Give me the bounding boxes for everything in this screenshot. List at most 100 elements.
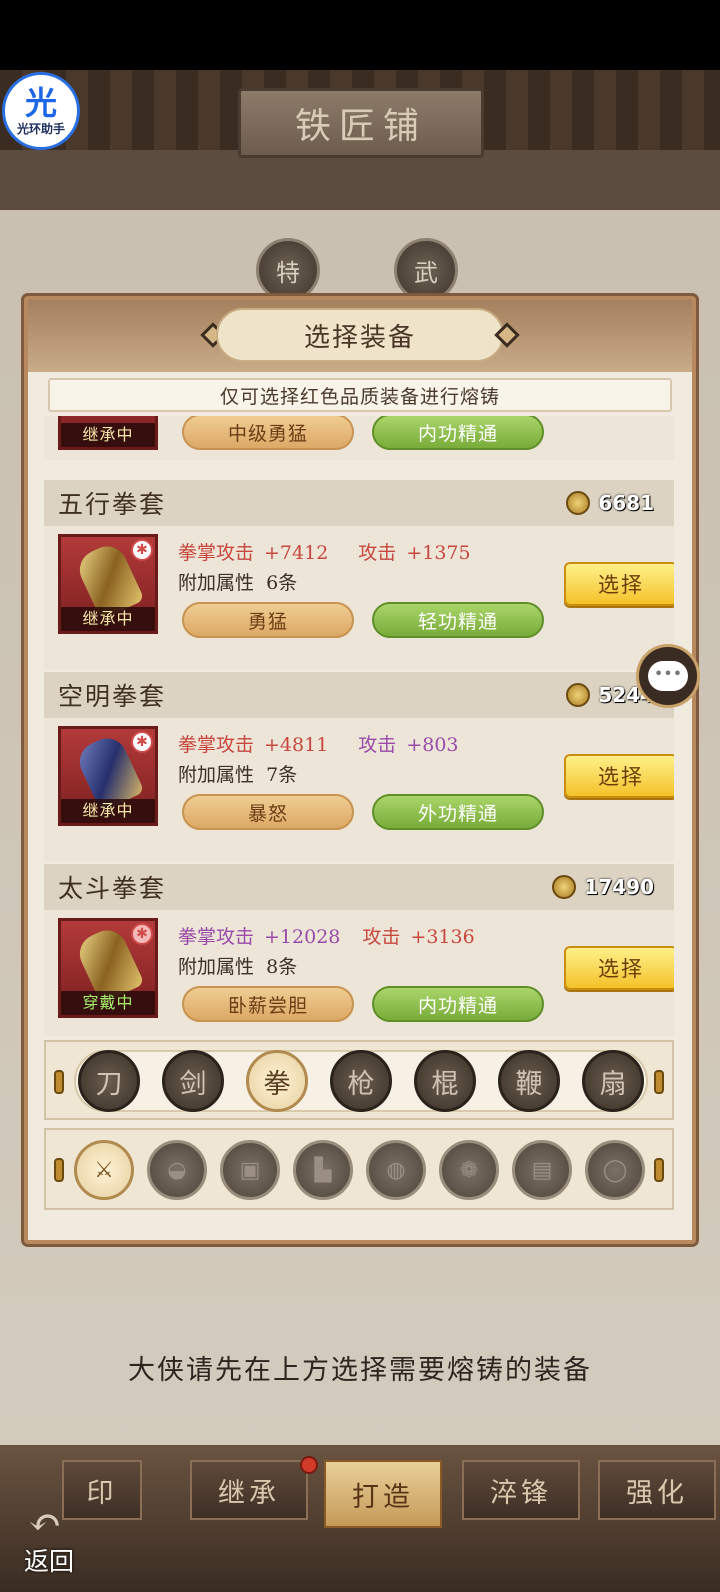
- stat2-label: 攻击: [358, 734, 397, 756]
- stat2-label: 攻击: [358, 542, 397, 564]
- power-value: 6681: [598, 491, 654, 515]
- weapon-type-fist[interactable]: 拳: [246, 1050, 308, 1112]
- equip-status-label: 穿戴中: [61, 991, 155, 1015]
- equipment-name: 五行拳套: [58, 490, 167, 519]
- select-equipment-modal: 选择装备 仅可选择红色品质装备进行熔铸 继承中 中级勇猛 内功精通 五行拳套 6…: [24, 296, 696, 1244]
- weapon-type-whip[interactable]: 鞭: [498, 1050, 560, 1112]
- equipment-card-body: ✱ 穿戴中 拳掌攻击 +12028 攻击 +3136 附加属性 8条 卧薪尝胆 内功精…: [44, 910, 674, 1036]
- equipment-list[interactable]: 继承中 中级勇猛 内功精通 五行拳套 6681 ✱ 继承中 拳掌攻击 +7412 攻…: [44, 416, 674, 1036]
- scroll-slot-icon[interactable]: ▤: [512, 1140, 572, 1200]
- back-arrow-icon: ↶: [28, 1500, 62, 1546]
- weapon-type-selector: 刀 剑 拳 枪 棍 鞭 扇: [44, 1040, 674, 1120]
- left-knob-icon: [54, 1070, 64, 1094]
- extra-value: 8条: [266, 956, 298, 978]
- assistant-app-icon: 光: [24, 83, 57, 122]
- bg-tab-martial: 武: [394, 238, 458, 302]
- weapon-slot-icon[interactable]: ⚔: [74, 1140, 134, 1200]
- power-icon: [566, 683, 591, 707]
- equipment-card-header: 空明拳套 5244: [44, 672, 674, 718]
- extra-attributes: 附加属性 6条: [178, 568, 297, 595]
- mastery-tag: 内功精通: [372, 986, 544, 1022]
- weapon-type-staff[interactable]: 棍: [414, 1050, 476, 1112]
- stat1-value: +12028: [264, 926, 341, 948]
- weapon-type-fan[interactable]: 扇: [582, 1050, 644, 1112]
- assistant-app-badge[interactable]: 光 光环助手: [2, 72, 80, 150]
- equipment-thumb[interactable]: ✱ 穿戴中: [58, 918, 158, 1018]
- left-knob-icon: [54, 1158, 64, 1182]
- stat1-label: 拳掌攻击: [178, 542, 255, 564]
- modal-header: 选择装备: [28, 300, 692, 372]
- equip-status-label: 继承中: [61, 799, 155, 823]
- right-knob-icon: [654, 1070, 664, 1094]
- weapon-type-label: 枪: [347, 1068, 375, 1100]
- quality-badge-icon: ✱: [131, 731, 153, 753]
- equipment-thumb[interactable]: ✱ 继承中: [58, 726, 158, 826]
- boots-slot-icon[interactable]: ▙: [293, 1140, 353, 1200]
- notification-dot: [300, 1456, 318, 1474]
- extra-value: 7条: [266, 764, 298, 786]
- helmet-slot-icon[interactable]: ◒: [147, 1140, 207, 1200]
- select-button[interactable]: 选择: [564, 754, 674, 798]
- mastery-tag: 轻功精通: [372, 602, 544, 638]
- equipment-thumb[interactable]: ✱ 继承中: [58, 534, 158, 634]
- stat2-value: +1375: [406, 542, 471, 564]
- stat1-label: 拳掌攻击: [178, 734, 255, 756]
- power-score: 6681: [566, 491, 654, 515]
- weapon-type-label: 拳: [263, 1068, 291, 1100]
- back-label: 返回: [24, 1547, 75, 1576]
- back-button[interactable]: ↶ 返回: [20, 1500, 100, 1580]
- stat2-label: 攻击: [362, 926, 401, 948]
- stat1-value: +7412: [264, 542, 329, 564]
- weapon-type-blade[interactable]: 刀: [78, 1050, 140, 1112]
- right-knob-icon: [654, 1158, 664, 1182]
- quality-notice: 仅可选择红色品质装备进行熔铸: [48, 378, 672, 412]
- power-icon: [552, 875, 577, 899]
- extra-value: 6条: [266, 572, 298, 594]
- stat1-label: 拳掌攻击: [178, 926, 255, 948]
- equip-status-label: 继承中: [61, 423, 155, 447]
- equipment-card-body: ✱ 继承中 拳掌攻击 +4811 攻击 +803 附加属性 7条 暴怒 外功精通 选择: [44, 718, 674, 862]
- armor-slot-icon[interactable]: ▣: [220, 1140, 280, 1200]
- shop-sign-text: 铁匠铺: [294, 106, 427, 147]
- nav-tab-enhance[interactable]: 强化: [598, 1460, 716, 1520]
- bg-tab-special-label: 特: [276, 258, 300, 287]
- nav-tab-inherit[interactable]: 继承: [190, 1460, 308, 1520]
- quality-badge-icon: ✱: [131, 539, 153, 561]
- trait-tag: 勇猛: [182, 602, 354, 638]
- trait-tag: 暴怒: [182, 794, 354, 830]
- equipment-name: 太斗拳套: [58, 874, 167, 903]
- status-bar: [0, 0, 720, 70]
- nav-tab-label: 淬锋: [490, 1477, 552, 1509]
- stat-line: 拳掌攻击 +12028 攻击 +3136: [178, 922, 475, 949]
- nav-tab-forge[interactable]: 打造: [324, 1460, 442, 1528]
- select-button[interactable]: 选择: [564, 562, 674, 606]
- stat-line: 拳掌攻击 +4811 攻击 +803: [178, 730, 459, 757]
- nav-tab-temper[interactable]: 淬锋: [462, 1460, 580, 1520]
- stat1-value: +4811: [264, 734, 329, 756]
- stat2-value: +803: [406, 734, 459, 756]
- pendant-slot-icon[interactable]: ❁: [439, 1140, 499, 1200]
- weapon-type-label: 棍: [431, 1068, 459, 1100]
- equip-status-label: 继承中: [61, 607, 155, 631]
- equipment-card: 空明拳套 5244 ✱ 继承中 拳掌攻击 +4811 攻击 +803 附加属性 7条 …: [44, 672, 674, 862]
- power-value: 17490: [584, 875, 654, 899]
- assistant-app-label: 光环助手: [16, 121, 65, 136]
- power-score: 17490: [552, 875, 654, 899]
- nav-tab-label: 强化: [626, 1477, 688, 1509]
- quality-badge-icon: ✱: [131, 923, 153, 945]
- ring-slot-icon[interactable]: ◯: [585, 1140, 645, 1200]
- equipment-slot-selector: ⚔ ◒ ▣ ▙ ◍ ❁ ▤ ◯: [44, 1128, 674, 1210]
- equipment-card-body: ✱ 继承中 拳掌攻击 +7412 攻击 +1375 附加属性 6条 勇猛 轻功精通 选…: [44, 526, 674, 670]
- belt-slot-icon[interactable]: ◍: [366, 1140, 426, 1200]
- mastery-tag: 外功精通: [372, 794, 544, 830]
- weapon-type-spear[interactable]: 枪: [330, 1050, 392, 1112]
- equipment-thumb: 继承中: [58, 416, 158, 450]
- mastery-tag: 内功精通: [372, 416, 544, 450]
- chat-icon[interactable]: •••: [636, 644, 700, 708]
- nav-tab-label: 打造: [352, 1481, 414, 1513]
- select-button[interactable]: 选择: [564, 946, 674, 990]
- weapon-type-sword[interactable]: 剑: [162, 1050, 224, 1112]
- hall-beam: [0, 150, 720, 210]
- bg-tab-special: 特: [256, 238, 320, 302]
- equipment-card-header: 五行拳套 6681: [44, 480, 674, 526]
